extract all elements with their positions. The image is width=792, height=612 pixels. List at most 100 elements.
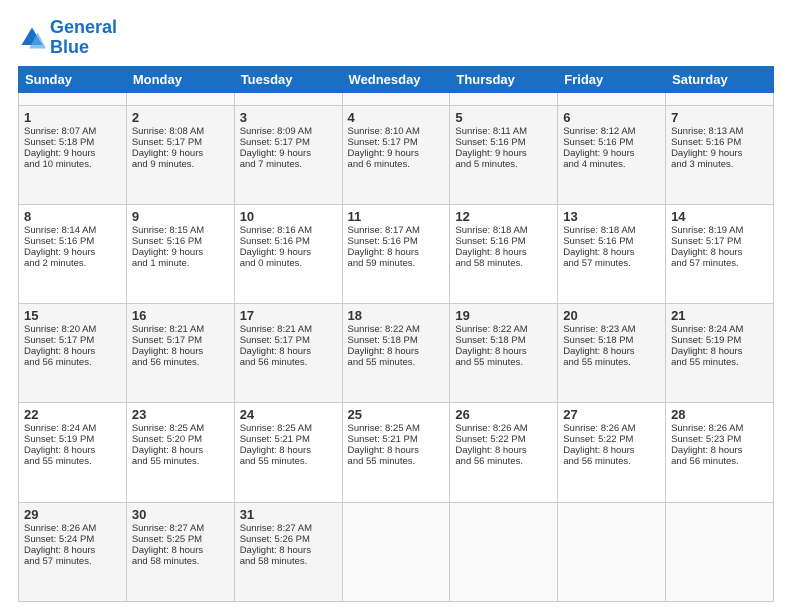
logo-blue: Blue bbox=[50, 37, 89, 57]
day-info-line: Daylight: 8 hours bbox=[240, 445, 337, 456]
day-info-line: Sunrise: 8:21 AM bbox=[132, 324, 229, 335]
day-number: 4 bbox=[348, 110, 445, 125]
day-info-line: Sunrise: 8:13 AM bbox=[671, 126, 768, 137]
day-info-line: Daylight: 8 hours bbox=[348, 247, 445, 258]
calendar-cell: 6Sunrise: 8:12 AMSunset: 5:16 PMDaylight… bbox=[558, 105, 666, 204]
day-number: 24 bbox=[240, 407, 337, 422]
calendar-cell: 15Sunrise: 8:20 AMSunset: 5:17 PMDayligh… bbox=[19, 304, 127, 403]
day-info-line: and 56 minutes. bbox=[132, 357, 229, 368]
day-info-line: and 55 minutes. bbox=[348, 456, 445, 467]
day-info-line: and 0 minutes. bbox=[240, 258, 337, 269]
day-header-wednesday: Wednesday bbox=[342, 66, 450, 92]
logo-text: General Blue bbox=[50, 18, 117, 58]
day-info-line: and 55 minutes. bbox=[563, 357, 660, 368]
day-info-line: Daylight: 9 hours bbox=[455, 148, 552, 159]
calendar-cell bbox=[342, 92, 450, 105]
day-info-line: Sunset: 5:22 PM bbox=[563, 434, 660, 445]
day-header-monday: Monday bbox=[126, 66, 234, 92]
day-info-line: Sunrise: 8:09 AM bbox=[240, 126, 337, 137]
day-info-line: and 2 minutes. bbox=[24, 258, 121, 269]
day-info-line: Sunrise: 8:15 AM bbox=[132, 225, 229, 236]
day-info-line: Sunset: 5:18 PM bbox=[348, 335, 445, 346]
calendar-cell: 14Sunrise: 8:19 AMSunset: 5:17 PMDayligh… bbox=[666, 204, 774, 303]
calendar-cell bbox=[558, 92, 666, 105]
calendar-cell: 23Sunrise: 8:25 AMSunset: 5:20 PMDayligh… bbox=[126, 403, 234, 502]
day-info-line: Sunrise: 8:25 AM bbox=[348, 423, 445, 434]
day-info-line: Sunset: 5:16 PM bbox=[455, 236, 552, 247]
day-info-line: and 58 minutes. bbox=[455, 258, 552, 269]
day-info-line: and 55 minutes. bbox=[455, 357, 552, 368]
day-info-line: Daylight: 9 hours bbox=[24, 148, 121, 159]
day-info-line: Sunrise: 8:08 AM bbox=[132, 126, 229, 137]
day-info-line: Sunrise: 8:16 AM bbox=[240, 225, 337, 236]
calendar-cell bbox=[126, 92, 234, 105]
day-info-line: and 1 minute. bbox=[132, 258, 229, 269]
day-info-line: and 56 minutes. bbox=[240, 357, 337, 368]
day-info-line: Daylight: 8 hours bbox=[24, 545, 121, 556]
day-info-line: and 9 minutes. bbox=[132, 159, 229, 170]
day-info-line: Daylight: 9 hours bbox=[671, 148, 768, 159]
day-info-line: Sunrise: 8:18 AM bbox=[455, 225, 552, 236]
day-number: 16 bbox=[132, 308, 229, 323]
day-info-line: Sunset: 5:26 PM bbox=[240, 534, 337, 545]
calendar-cell: 9Sunrise: 8:15 AMSunset: 5:16 PMDaylight… bbox=[126, 204, 234, 303]
day-info-line: Sunrise: 8:18 AM bbox=[563, 225, 660, 236]
calendar-table: SundayMondayTuesdayWednesdayThursdayFrid… bbox=[18, 66, 774, 602]
day-info-line: Sunset: 5:17 PM bbox=[348, 137, 445, 148]
day-info-line: Sunset: 5:16 PM bbox=[563, 137, 660, 148]
day-info-line: and 57 minutes. bbox=[563, 258, 660, 269]
day-info-line: Daylight: 9 hours bbox=[348, 148, 445, 159]
day-number: 17 bbox=[240, 308, 337, 323]
day-header-thursday: Thursday bbox=[450, 66, 558, 92]
day-info-line: Daylight: 9 hours bbox=[24, 247, 121, 258]
day-number: 11 bbox=[348, 209, 445, 224]
day-number: 9 bbox=[132, 209, 229, 224]
day-info-line: Sunrise: 8:22 AM bbox=[455, 324, 552, 335]
week-row-0 bbox=[19, 92, 774, 105]
day-number: 3 bbox=[240, 110, 337, 125]
day-info-line: and 55 minutes. bbox=[240, 456, 337, 467]
day-info-line: Daylight: 8 hours bbox=[563, 247, 660, 258]
calendar-header-row: SundayMondayTuesdayWednesdayThursdayFrid… bbox=[19, 66, 774, 92]
day-info-line: Sunrise: 8:27 AM bbox=[240, 523, 337, 534]
day-info-line: Sunrise: 8:26 AM bbox=[455, 423, 552, 434]
day-number: 2 bbox=[132, 110, 229, 125]
calendar-cell bbox=[450, 92, 558, 105]
day-info-line: and 7 minutes. bbox=[240, 159, 337, 170]
day-info-line: Daylight: 8 hours bbox=[132, 346, 229, 357]
day-info-line: Sunset: 5:16 PM bbox=[132, 236, 229, 247]
day-number: 7 bbox=[671, 110, 768, 125]
day-number: 20 bbox=[563, 308, 660, 323]
calendar-cell: 29Sunrise: 8:26 AMSunset: 5:24 PMDayligh… bbox=[19, 502, 127, 601]
day-info-line: Sunset: 5:23 PM bbox=[671, 434, 768, 445]
day-info-line: Daylight: 8 hours bbox=[671, 247, 768, 258]
day-info-line: Sunset: 5:21 PM bbox=[240, 434, 337, 445]
day-info-line: Sunrise: 8:12 AM bbox=[563, 126, 660, 137]
calendar-cell: 3Sunrise: 8:09 AMSunset: 5:17 PMDaylight… bbox=[234, 105, 342, 204]
calendar-cell bbox=[19, 92, 127, 105]
day-info-line: Sunrise: 8:23 AM bbox=[563, 324, 660, 335]
calendar-cell: 25Sunrise: 8:25 AMSunset: 5:21 PMDayligh… bbox=[342, 403, 450, 502]
day-info-line: and 56 minutes. bbox=[455, 456, 552, 467]
day-info-line: Sunrise: 8:26 AM bbox=[671, 423, 768, 434]
day-info-line: Daylight: 8 hours bbox=[455, 346, 552, 357]
day-info-line: and 59 minutes. bbox=[348, 258, 445, 269]
day-info-line: Sunset: 5:17 PM bbox=[671, 236, 768, 247]
week-row-2: 8Sunrise: 8:14 AMSunset: 5:16 PMDaylight… bbox=[19, 204, 774, 303]
day-info-line: and 3 minutes. bbox=[671, 159, 768, 170]
day-info-line: and 57 minutes. bbox=[24, 556, 121, 567]
day-info-line: Sunrise: 8:22 AM bbox=[348, 324, 445, 335]
calendar-cell: 22Sunrise: 8:24 AMSunset: 5:19 PMDayligh… bbox=[19, 403, 127, 502]
day-number: 1 bbox=[24, 110, 121, 125]
day-info-line: Sunrise: 8:27 AM bbox=[132, 523, 229, 534]
calendar-cell bbox=[558, 502, 666, 601]
day-info-line: Daylight: 8 hours bbox=[240, 545, 337, 556]
week-row-1: 1Sunrise: 8:07 AMSunset: 5:18 PMDaylight… bbox=[19, 105, 774, 204]
calendar-cell: 7Sunrise: 8:13 AMSunset: 5:16 PMDaylight… bbox=[666, 105, 774, 204]
day-number: 18 bbox=[348, 308, 445, 323]
day-info-line: Daylight: 8 hours bbox=[348, 445, 445, 456]
page: General Blue SundayMondayTuesdayWednesda… bbox=[0, 0, 792, 612]
day-number: 5 bbox=[455, 110, 552, 125]
day-info-line: Daylight: 8 hours bbox=[671, 346, 768, 357]
day-info-line: Sunset: 5:17 PM bbox=[240, 335, 337, 346]
